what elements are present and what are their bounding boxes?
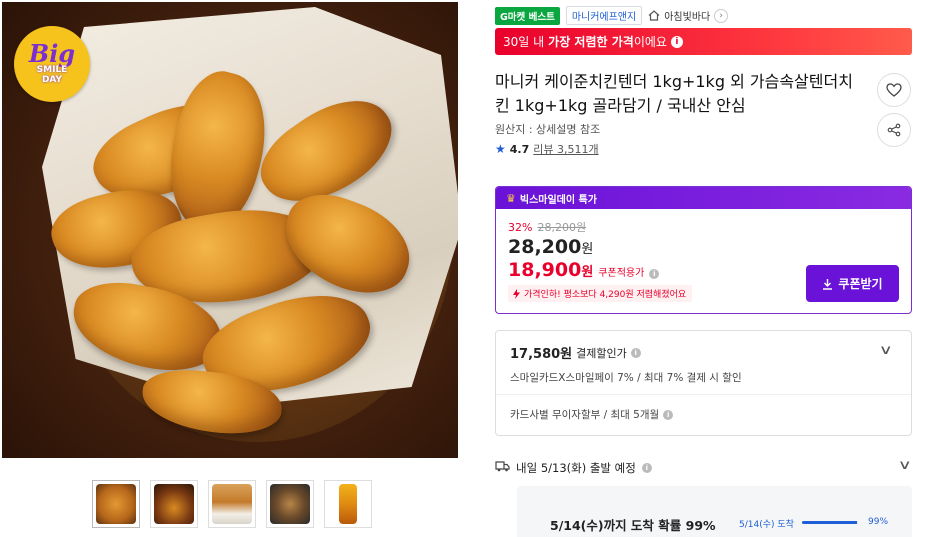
price-drop-note: 가격인하! 평소보다 4,290원 저렴해졌어요	[508, 285, 693, 302]
home-icon	[648, 10, 660, 21]
share-icon	[887, 123, 901, 137]
product-page: Big SMILE DAY G마켓 베스트 마니커에프앤지 아침빛바다 › 30…	[0, 0, 930, 537]
deal-box: ♛ 빅스마일데이 특가 32% 28,200원 28,200원 18,900원 …	[495, 186, 912, 314]
arrival-probability-pct: 99%	[868, 517, 889, 527]
price-drop-icon	[513, 288, 520, 299]
coupon-price-label: 쿠폰적용가	[598, 268, 645, 279]
discount-percent: 32%	[508, 220, 533, 234]
heart-icon	[886, 83, 902, 97]
sale-price-value: 28,200	[508, 236, 582, 258]
thumbnail-2[interactable]	[150, 480, 198, 528]
thumbnail-4[interactable]	[266, 480, 314, 528]
seller-breadcrumb: G마켓 베스트 마니커에프앤지 아침빛바다 ›	[495, 6, 729, 25]
payment-discount-box: 17,580원 결제할인가 i 스마일카드X스마일페이 7% / 최대 7% 결…	[495, 330, 912, 436]
installment-text: 카드사별 무이자할부 / 최대 5개월	[510, 409, 660, 421]
payment-discount-amount: 17,580원	[510, 347, 573, 362]
payment-discount-summary[interactable]: 17,580원 결제할인가 i 스마일카드X스마일페이 7% / 최대 7% 결…	[496, 331, 911, 395]
big-smile-day-badge: Big SMILE DAY	[14, 26, 90, 102]
payment-discount-line: 17,580원 결제할인가 i	[510, 343, 897, 362]
coupon-price: 18,900원	[508, 259, 593, 281]
deal-header: ♛ 빅스마일데이 특가	[496, 187, 911, 209]
thumbnail-3[interactable]	[208, 480, 256, 528]
thumbnail-1[interactable]	[92, 480, 140, 528]
thumbnail-strip	[92, 480, 372, 528]
sale-price: 28,200원	[508, 236, 899, 258]
promo-bold: 가장 저렴한 가격	[548, 35, 634, 49]
thumbnail-5[interactable]	[324, 480, 372, 528]
coupon-price-value: 18,900	[508, 259, 582, 281]
arrival-probability-bar	[802, 521, 858, 524]
rating-row[interactable]: ★ 4.7 리뷰 3,511개	[495, 141, 599, 157]
chevron-down-icon[interactable]: ∨	[898, 458, 912, 473]
chevron-down-icon[interactable]: ∨	[879, 343, 893, 358]
info-icon[interactable]: i	[663, 409, 674, 420]
chevron-right-icon: ›	[714, 8, 729, 23]
smile-card-note: 스마일카드X스마일페이 7% / 최대 7% 결제 시 할인	[510, 372, 742, 384]
badge-text-day: DAY	[41, 75, 63, 85]
share-button[interactable]	[877, 113, 911, 147]
info-icon[interactable]: i	[670, 35, 683, 48]
wishlist-button[interactable]	[877, 73, 911, 107]
star-icon: ★	[495, 142, 506, 156]
promo-prefix: 30일 내	[503, 35, 545, 49]
shipping-row[interactable]: 내일 5/13(화) 출발 예정 i ∨	[495, 458, 912, 476]
payment-discount-label: 결제할인가	[576, 346, 627, 360]
arrival-date-mini: 5/14(수) 도착	[739, 520, 794, 530]
origin-text: 원산지 : 상세설명 참조	[495, 123, 601, 136]
product-title: 마니커 케이준치킨텐더 1kg+1kg 외 가슴속살텐더치킨 1kg+1kg 골…	[495, 72, 853, 115]
deal-header-label: 빅스마일데이 특가	[519, 194, 597, 206]
seller-link[interactable]: 마니커에프앤지	[565, 6, 643, 25]
download-icon	[823, 278, 833, 290]
badge-text-big: Big	[28, 39, 76, 68]
gmarket-best-tag[interactable]: G마켓 베스트	[495, 6, 560, 25]
arrival-estimate-box: 5/14(수)까지 도착 확률 99% 5/14(수) 도착 99%	[517, 486, 912, 537]
arrival-probability-fill	[802, 521, 858, 524]
crown-icon: ♛	[506, 191, 516, 205]
discount-row: 32% 28,200원	[508, 219, 899, 235]
shipping-departure: 내일 5/13(화) 출발 예정	[516, 461, 636, 475]
truck-icon	[495, 461, 510, 475]
shop-link[interactable]: 아침빛바다 ›	[648, 8, 729, 23]
original-price: 28,200원	[537, 221, 587, 234]
installment-row: 카드사별 무이자할부 / 최대 5개월 i	[496, 395, 911, 434]
sale-price-unit: 원	[581, 242, 594, 257]
promo-suffix: 이에요	[633, 35, 667, 49]
shop-name: 아침빛바다	[664, 12, 711, 23]
arrival-probability-text: 5/14(수)까지 도착 확률 99%	[550, 518, 716, 533]
info-icon[interactable]: i	[630, 347, 641, 358]
product-main-image[interactable]: Big SMILE DAY	[2, 2, 458, 458]
badge-text-smile: SMILE	[36, 65, 68, 75]
review-count-link[interactable]: 리뷰 3,511개	[533, 141, 598, 157]
get-coupon-button[interactable]: 쿠폰받기	[806, 265, 899, 302]
coupon-price-unit: 원	[581, 265, 594, 280]
info-icon[interactable]: i	[641, 463, 652, 473]
lowest-price-banner: 30일 내 가장 저렴한 가격 이에요 i	[495, 28, 912, 55]
deal-body: 32% 28,200원 28,200원 18,900원 쿠폰적용가 i 가격인하…	[496, 209, 911, 313]
price-drop-text: 가격인하! 평소보다 4,290원 저렴해졌어요	[524, 290, 687, 300]
get-coupon-label: 쿠폰받기	[838, 277, 883, 291]
rating-score: 4.7	[509, 142, 530, 156]
info-icon[interactable]: i	[649, 269, 660, 279]
